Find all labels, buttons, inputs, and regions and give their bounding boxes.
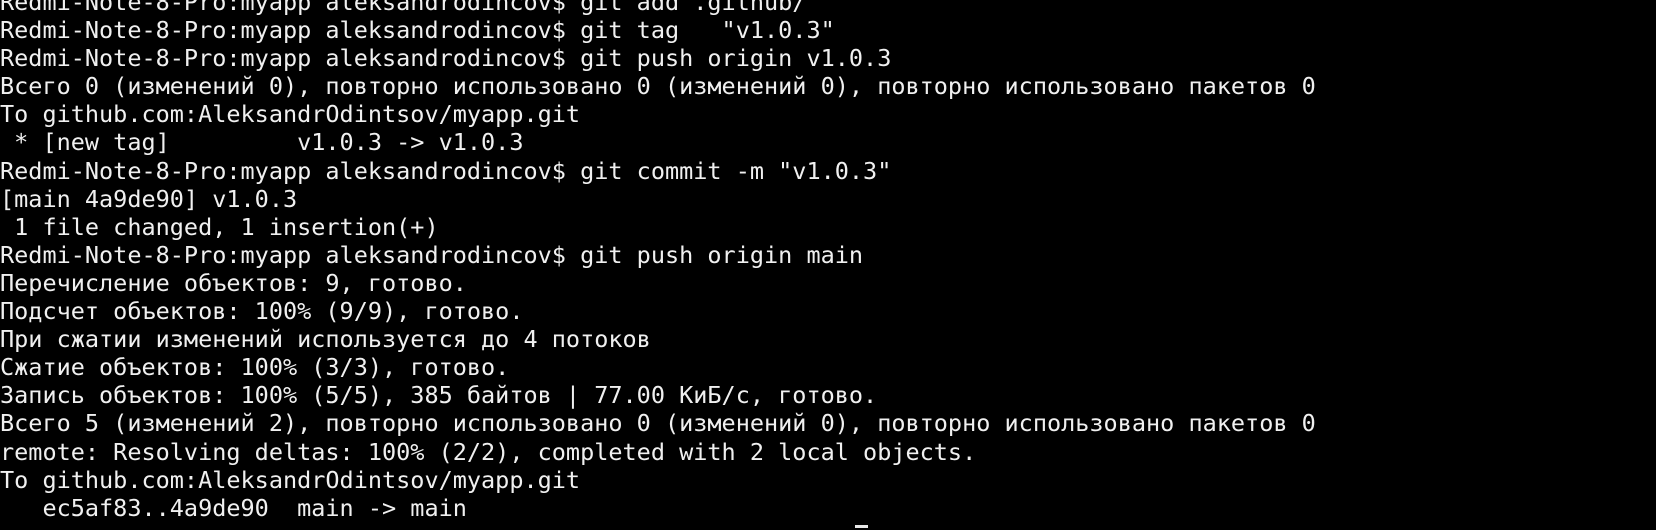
terminal-line: При сжатии изменений используется до 4 п… [0,325,651,354]
terminal-output: Redmi-Note-8-Pro:myapp aleksandrodincov$… [0,0,1316,522]
terminal-line: Всего 0 (изменений 0), повторно использо… [0,72,1316,101]
terminal-line: remote: Resolving deltas: 100% (2/2), co… [0,437,977,466]
terminal-line: Подсчет объектов: 100% (9/9), готово. [0,297,524,326]
text-cursor [855,525,868,528]
terminal-line: * [new tag] v1.0.3 -> v1.0.3 [0,128,524,157]
terminal-window[interactable]: Redmi-Note-8-Pro:myapp aleksandrodincov$… [0,0,1656,530]
terminal-line: Сжатие объектов: 100% (3/3), готово. [0,353,510,382]
terminal-line: To github.com:AleksandrOdintsov/myapp.gi… [0,100,581,129]
terminal-line: Всего 5 (изменений 2), повторно использо… [0,409,1316,438]
terminal-line: 1 file changed, 1 insertion(+) [0,212,439,241]
terminal-line: Redmi-Note-8-Pro:myapp aleksandrodincov$… [0,240,864,269]
terminal-line: Перечисление объектов: 9, готово. [0,268,467,297]
terminal-line: Redmi-Note-8-Pro:myapp aleksandrodincov$… [0,0,807,16]
terminal-line: Redmi-Note-8-Pro:myapp aleksandrodincov$… [0,16,835,45]
terminal-line: Redmi-Note-8-Pro:myapp aleksandrodincov$… [0,156,892,185]
terminal-line: Запись объектов: 100% (5/5), 385 байтов … [0,381,878,410]
terminal-line: Redmi-Note-8-Pro:myapp aleksandrodincov$… [0,44,892,73]
terminal-line: ec5af83..4a9de90 main -> main [0,493,467,522]
terminal-line: [main 4a9de90] v1.0.3 [0,184,298,213]
terminal-line: To github.com:AleksandrOdintsov/myapp.gi… [0,465,581,494]
